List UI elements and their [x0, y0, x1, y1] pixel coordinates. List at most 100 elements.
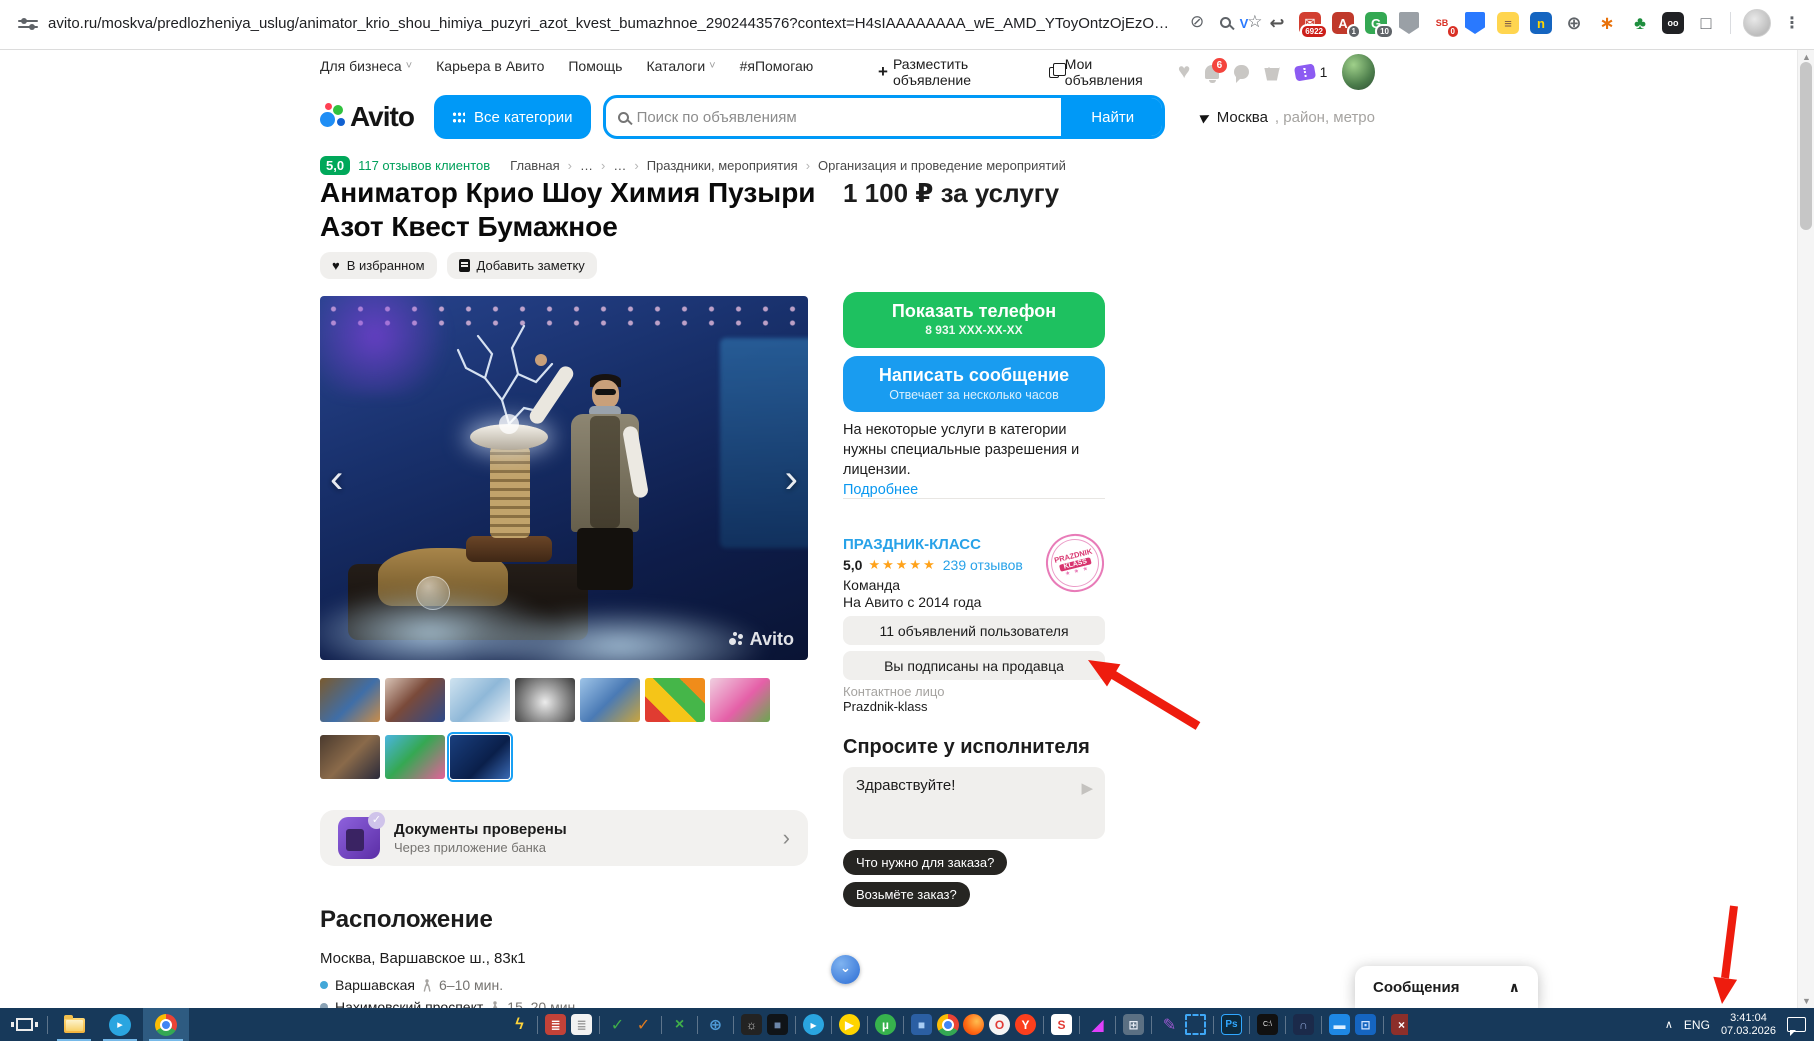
- green-x-icon[interactable]: ×: [668, 1013, 691, 1036]
- location-selector[interactable]: Москва , район, метро: [1201, 109, 1375, 126]
- blue-shield-icon[interactable]: [1463, 11, 1487, 35]
- nav-yahelp[interactable]: #яПомогаю: [740, 58, 814, 74]
- scroll-down-arrow[interactable]: ▼: [1798, 996, 1814, 1006]
- feather-icon[interactable]: ✎: [1158, 1013, 1181, 1036]
- photoshop-icon[interactable]: Ps: [1220, 1013, 1243, 1036]
- gallery-thumbnail[interactable]: [515, 678, 575, 722]
- telegram-icon[interactable]: ▸: [802, 1013, 825, 1036]
- sep[interactable]: [596, 1013, 603, 1036]
- task-view-button[interactable]: [4, 1008, 44, 1041]
- gray-shield-icon[interactable]: [1397, 11, 1421, 35]
- orange-asterisk-icon[interactable]: ∗: [1595, 11, 1619, 35]
- s-app-icon[interactable]: S: [1050, 1013, 1073, 1036]
- page-scrollbar[interactable]: ▲ ▼: [1797, 50, 1814, 1008]
- sep[interactable]: [658, 1013, 665, 1036]
- quick-question-chip[interactable]: Что нужно для заказа?: [843, 850, 1007, 875]
- all-categories-button[interactable]: Все категории: [434, 95, 591, 139]
- utorrent-icon[interactable]: µ: [874, 1013, 897, 1036]
- folders-window-icon[interactable]: ⊡: [1354, 1013, 1377, 1036]
- red-book-icon[interactable]: ≣: [544, 1013, 567, 1036]
- headphones-icon[interactable]: ∩: [1292, 1013, 1315, 1036]
- red-ext-icon[interactable]: A 1: [1331, 11, 1355, 35]
- sep[interactable]: [1040, 1013, 1047, 1036]
- find-button[interactable]: Найти: [1061, 95, 1165, 139]
- sep[interactable]: [730, 1013, 737, 1036]
- scrollbar-thumb[interactable]: [1800, 62, 1812, 230]
- cmd-icon[interactable]: C:\: [1256, 1013, 1279, 1036]
- document-icon[interactable]: ≣: [570, 1013, 593, 1036]
- address-bar[interactable]: avito.ru/moskva/predlozheniya_uslug/anim…: [48, 15, 1178, 32]
- opera-icon[interactable]: O: [988, 1013, 1011, 1036]
- favorite-button[interactable]: ♥ В избранном: [320, 252, 437, 279]
- nav-catalogs[interactable]: Каталоги ˅: [646, 58, 715, 74]
- send-icon[interactable]: ▶: [1081, 779, 1093, 797]
- system-clock[interactable]: 3:41:04 07.03.2026: [1721, 1012, 1776, 1038]
- green-check-icon[interactable]: ✓: [606, 1013, 629, 1036]
- notes-ext-icon[interactable]: ≡: [1496, 11, 1520, 35]
- sep[interactable]: [1076, 1013, 1083, 1036]
- nav-help[interactable]: Помощь: [568, 58, 622, 74]
- notifications-bell-icon[interactable]: 6: [1205, 65, 1219, 79]
- tools-x-icon[interactable]: ×: [1390, 1013, 1408, 1036]
- subscribed-button[interactable]: Вы подписаны на продавца: [843, 651, 1105, 680]
- eyes-ext-icon[interactable]: oo: [1661, 11, 1685, 35]
- gallery-thumbnail[interactable]: [385, 678, 445, 722]
- client-reviews-link[interactable]: 117 отзывов клиентов: [358, 158, 490, 173]
- sep[interactable]: [792, 1013, 799, 1036]
- quick-question-chip[interactable]: Возьмёте заказ?: [843, 882, 970, 907]
- media-play-icon[interactable]: ▶: [838, 1013, 861, 1036]
- clipboard-ext-icon[interactable]: □: [1694, 11, 1718, 35]
- sep[interactable]: [1282, 1013, 1289, 1036]
- n-ext-icon[interactable]: n: [1529, 11, 1553, 35]
- gallery-next-button[interactable]: ›: [785, 464, 798, 494]
- globe-ext-icon[interactable]: ⊕: [1562, 11, 1586, 35]
- telegram-pinned-button[interactable]: ▸: [97, 1008, 143, 1041]
- site-settings-icon[interactable]: [18, 16, 38, 32]
- write-message-button[interactable]: Написать сообщение Отвечает за несколько…: [843, 356, 1105, 412]
- photo-viewer-icon[interactable]: ■: [766, 1013, 789, 1036]
- breadcrumb-item[interactable]: Праздники, мероприятия: [647, 158, 798, 173]
- calculator-icon[interactable]: ⊞: [1122, 1013, 1145, 1036]
- back-arrow-ext-icon[interactable]: ↩: [1265, 11, 1289, 35]
- display-icon[interactable]: ▬: [1328, 1013, 1351, 1036]
- magenta-wedge-icon[interactable]: ◢: [1086, 1013, 1109, 1036]
- show-phone-button[interactable]: Показать телефон 8 931 XXX-XX-XX: [843, 292, 1105, 348]
- snip-select-icon[interactable]: [1184, 1013, 1207, 1036]
- browser-menu-icon[interactable]: ⋮: [1780, 13, 1804, 33]
- main-photo[interactable]: ‹ › Avito: [320, 296, 808, 660]
- breadcrumb-item[interactable]: …: [580, 158, 593, 173]
- seller-ads-button[interactable]: 11 объявлений пользователя: [843, 616, 1105, 645]
- dark-app-icon[interactable]: ☼: [740, 1013, 763, 1036]
- vimium-icon[interactable]: V: [1232, 11, 1256, 35]
- orange-check-icon[interactable]: ✓: [632, 1013, 655, 1036]
- breadcrumb-item[interactable]: …: [613, 158, 626, 173]
- sep[interactable]: [900, 1013, 907, 1036]
- more-link[interactable]: Подробнее: [843, 482, 918, 498]
- sberbank-ext-icon[interactable]: SB 0: [1430, 11, 1454, 35]
- add-note-button[interactable]: Добавить заметку: [447, 252, 597, 279]
- chrome-taskbar-icon[interactable]: [936, 1013, 959, 1036]
- sep[interactable]: [1246, 1013, 1253, 1036]
- yandex-icon[interactable]: Y: [1014, 1013, 1037, 1036]
- messages-icon[interactable]: [1234, 65, 1249, 79]
- gallery-thumbnail[interactable]: [450, 678, 510, 722]
- breadcrumb-item[interactable]: Организация и проведение мероприятий: [818, 158, 1066, 173]
- gallery-thumbnail[interactable]: [320, 735, 380, 779]
- gallery-thumbnail[interactable]: [645, 678, 705, 722]
- app-window-icon[interactable]: ■: [910, 1013, 933, 1036]
- gallery-thumbnail[interactable]: [320, 678, 380, 722]
- gallery-thumbnail[interactable]: [450, 735, 510, 779]
- nav-career[interactable]: Карьера в Авито: [436, 58, 544, 74]
- post-ad-link[interactable]: + Разместить объявление: [878, 56, 1034, 88]
- green-ext-icon[interactable]: G 10: [1364, 11, 1388, 35]
- sep[interactable]: [1380, 1013, 1387, 1036]
- zoom-icon[interactable]: [1220, 17, 1231, 28]
- nav-business[interactable]: Для бизнеса ˅: [320, 58, 412, 74]
- file-explorer-button[interactable]: [51, 1008, 97, 1041]
- mail-checker-icon[interactable]: ✉ 6922: [1298, 11, 1322, 35]
- sep[interactable]: [534, 1013, 541, 1036]
- documents-verified-banner[interactable]: ✓ Документы проверены Через приложение б…: [320, 810, 808, 866]
- gallery-thumbnail[interactable]: [385, 735, 445, 779]
- bonus-ticket[interactable]: 1: [1295, 64, 1328, 80]
- collapse-chevron-icon[interactable]: ∧: [1509, 979, 1520, 996]
